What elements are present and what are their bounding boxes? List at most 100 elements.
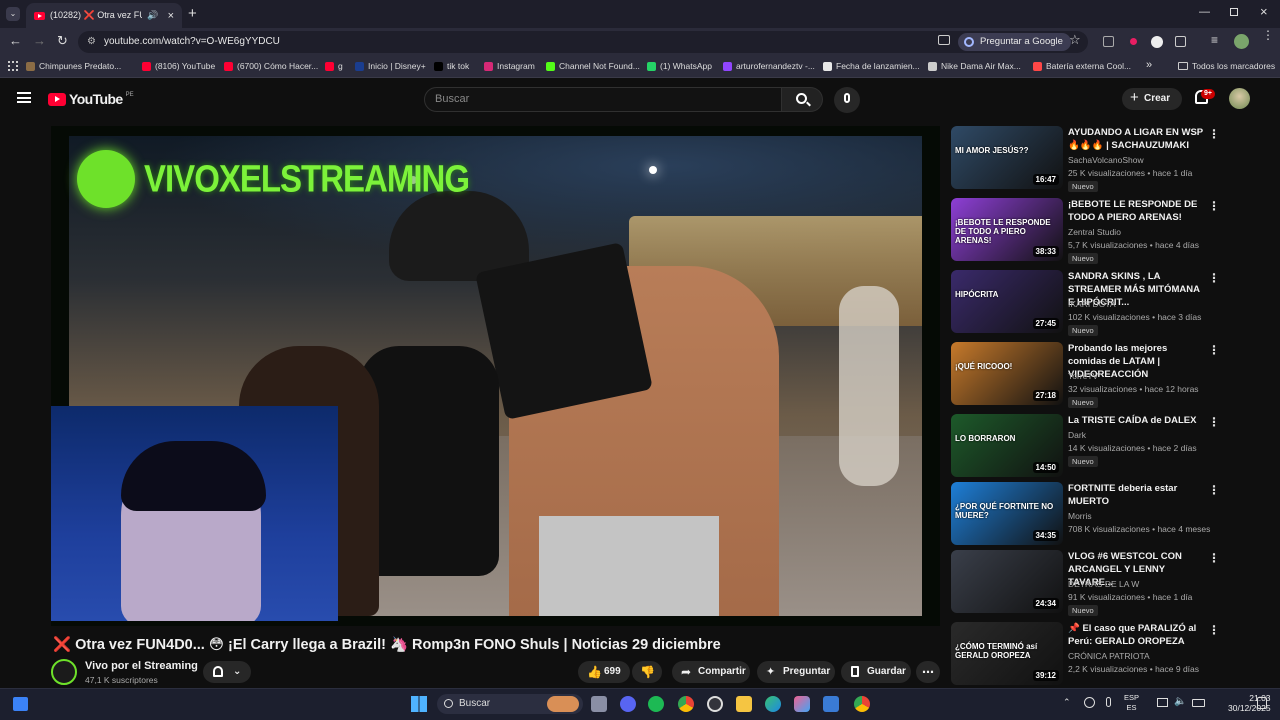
recommendation-channel[interactable]: Dark: [1068, 430, 1086, 440]
address-bar[interactable]: ⚙ youtube.com/watch?v=O-WE6gYYDCU: [78, 31, 1088, 53]
discord-icon[interactable]: [620, 696, 636, 712]
tray-mic-icon[interactable]: [1106, 697, 1111, 707]
recommendation-title[interactable]: AYUDANDO A LIGAR EN WSP 🔥🔥🔥 | SACHAUZUMA…: [1068, 126, 1208, 152]
speaker-icon[interactable]: 🔊: [147, 10, 158, 21]
bookmark-item[interactable]: Batería externa Cool...: [1033, 61, 1131, 71]
windows-start-icon[interactable]: [411, 696, 427, 712]
copilot-icon[interactable]: [794, 696, 810, 712]
new-tab-button[interactable]: +: [188, 5, 197, 22]
reload-icon[interactable]: ↻: [57, 33, 68, 49]
bookmark-item[interactable]: Chimpunes Predato...: [26, 61, 121, 71]
cast-icon[interactable]: [938, 35, 950, 45]
more-options-icon[interactable]: ⋮: [1208, 344, 1220, 358]
recommendation-item[interactable]: ¡QUÉ RICOOO! 27:18 Probando las mejores co…: [951, 342, 1231, 408]
bookmark-item[interactable]: (6700) Cómo Hacer...: [224, 61, 318, 71]
profile-avatar[interactable]: [1234, 34, 1249, 49]
more-options-icon[interactable]: ⋮: [1208, 416, 1220, 430]
create-button[interactable]: + Crear: [1122, 88, 1182, 110]
recommendation-item[interactable]: MI AMOR JESÚS?? 16:47 AYUDANDO A LIGAR EN …: [951, 126, 1231, 192]
video-player[interactable]: [51, 126, 940, 626]
bookmark-item[interactable]: Nike Dama Air Max...: [928, 61, 1021, 71]
more-actions-button[interactable]: ⋯: [916, 661, 940, 683]
all-bookmarks-folder[interactable]: Todos los marcadores: [1178, 61, 1275, 71]
obs-icon[interactable]: [707, 696, 723, 712]
ask-google-button[interactable]: Preguntar a Google: [958, 33, 1071, 51]
recommendation-thumbnail[interactable]: LO BORRARON 14:50: [951, 414, 1063, 477]
more-options-icon[interactable]: ⋮: [1208, 552, 1220, 566]
like-button[interactable]: 👍 699: [578, 661, 630, 683]
channel-avatar[interactable]: [51, 659, 77, 685]
recommendation-thumbnail[interactable]: MI AMOR JESÚS?? 16:47: [951, 126, 1063, 189]
share-button[interactable]: ➦ Compartir: [672, 661, 750, 683]
bookmark-item[interactable]: Instagram: [484, 61, 535, 71]
voice-search-button[interactable]: [834, 87, 860, 113]
recommendation-channel[interactable]: Zentral Studio: [1068, 227, 1121, 237]
recommendation-title[interactable]: 📌 El caso que PARALIZÓ al Perú: GERALD O…: [1068, 622, 1208, 648]
extension-icon-3[interactable]: [1151, 36, 1163, 48]
more-options-icon[interactable]: ⋮: [1208, 272, 1220, 286]
task-view-icon[interactable]: [591, 696, 607, 712]
recommendation-channel[interactable]: Morris: [1068, 511, 1092, 521]
recommendation-thumbnail[interactable]: ¿CÓMO TERMINÓ así GERALD OROPEZA 39:12: [951, 622, 1063, 685]
extensions-puzzle-icon[interactable]: [1175, 36, 1186, 47]
notification-center-icon[interactable]: [1257, 697, 1267, 709]
edge-icon[interactable]: [765, 696, 781, 712]
widgets-icon[interactable]: [13, 697, 28, 711]
recommendation-title[interactable]: FORTNITE deberia estar MUERTO: [1068, 482, 1208, 508]
dislike-button[interactable]: 👎: [632, 661, 662, 683]
recommendation-item[interactable]: ¡BEBOTE LE RESPONDE DE TODO A PIERO AREN…: [951, 198, 1231, 264]
restore-icon[interactable]: [1230, 8, 1238, 16]
bookmarks-overflow-icon[interactable]: »: [1146, 59, 1152, 71]
recommendation-thumbnail[interactable]: ¿POR QUÉ FORTNITE NO MUERE? 34:35: [951, 482, 1063, 545]
store-icon[interactable]: [823, 696, 839, 712]
chrome-active-icon[interactable]: [854, 696, 870, 712]
forward-icon[interactable]: →: [33, 33, 46, 48]
network-icon[interactable]: [1157, 698, 1168, 707]
back-icon[interactable]: ←: [9, 33, 22, 48]
channel-name[interactable]: Vivo por el Streaming: [85, 660, 198, 672]
youtube-logo[interactable]: YouTube PE: [48, 91, 134, 107]
tray-overflow-icon[interactable]: ⌃: [1063, 697, 1071, 708]
account-avatar[interactable]: [1229, 88, 1250, 109]
bookmark-item[interactable]: tik tok: [434, 61, 469, 71]
recommendation-item[interactable]: ¿CÓMO TERMINÓ así GERALD OROPEZA 39:12 📌 E…: [951, 622, 1231, 688]
recommendation-channel[interactable]: IKARI DOTA: [1068, 299, 1116, 309]
chrome-icon[interactable]: [678, 696, 694, 712]
battery-icon[interactable]: [1192, 699, 1205, 707]
apps-grid-icon[interactable]: [8, 61, 18, 71]
save-button[interactable]: Guardar: [841, 661, 911, 683]
recommendation-thumbnail[interactable]: HIPÓCRITA 27:45: [951, 270, 1063, 333]
more-options-icon[interactable]: ⋮: [1208, 200, 1220, 214]
hamburger-menu-icon[interactable]: [17, 92, 31, 103]
bookmark-item[interactable]: Inicio | Disney+: [355, 61, 426, 71]
recommendation-title[interactable]: ¡BEBOTE LE RESPONDE DE TODO A PIERO AREN…: [1068, 198, 1208, 224]
recommendation-item[interactable]: 24:34 VLOG #6 WESTCOL CON ARCANGEL Y LENN…: [951, 550, 1231, 616]
recommendation-thumbnail[interactable]: ¡BEBOTE LE RESPONDE DE TODO A PIERO AREN…: [951, 198, 1063, 261]
bookmark-item[interactable]: arturofernandeztv -...: [723, 61, 815, 71]
recommendation-channel[interactable]: CRÓNICA PATRIOTA: [1068, 651, 1150, 661]
more-options-icon[interactable]: ⋮: [1208, 484, 1220, 498]
extension-icon-1[interactable]: [1103, 36, 1114, 47]
recommendation-item[interactable]: LO BORRARON 14:50 La TRISTE CAÍDA de DALEX…: [951, 414, 1231, 480]
recommendation-channel[interactable]: SachaVolcanoShow: [1068, 155, 1144, 165]
minimize-icon[interactable]: —: [1199, 6, 1210, 18]
bookmark-item[interactable]: (8106) YouTube: [142, 61, 215, 71]
search-button[interactable]: [782, 87, 823, 112]
close-tab-icon[interactable]: ×: [168, 10, 174, 22]
language-indicator[interactable]: ESP ES: [1124, 693, 1139, 713]
search-input[interactable]: Buscar: [424, 87, 782, 112]
subscribe-notifications-button[interactable]: ⌄: [203, 661, 251, 683]
recommendation-item[interactable]: HIPÓCRITA 27:45 SANDRA SKINS , LA STREAMER…: [951, 270, 1231, 336]
recommendation-channel[interactable]: TorreTV: [1068, 371, 1098, 381]
spotify-icon[interactable]: [648, 696, 664, 712]
recommendation-item[interactable]: ¿POR QUÉ FORTNITE NO MUERE? 34:35 FORTNITE…: [951, 482, 1231, 548]
site-info-icon[interactable]: ⚙: [87, 31, 96, 53]
recommendation-channel[interactable]: DETRAS DE LA W: [1068, 579, 1139, 589]
bookmark-item[interactable]: (1) WhatsApp: [647, 61, 712, 71]
volume-icon[interactable]: 🔈: [1174, 696, 1186, 707]
ask-button[interactable]: ✦ Preguntar: [757, 661, 835, 683]
tab-search-button[interactable]: ⌄: [6, 7, 20, 21]
bookmark-item[interactable]: g: [325, 61, 343, 71]
bookmark-item[interactable]: Channel Not Found...: [546, 61, 640, 71]
active-tab[interactable]: (10282) ❌ Otra vez FUN4 🔊 ×: [26, 3, 182, 28]
